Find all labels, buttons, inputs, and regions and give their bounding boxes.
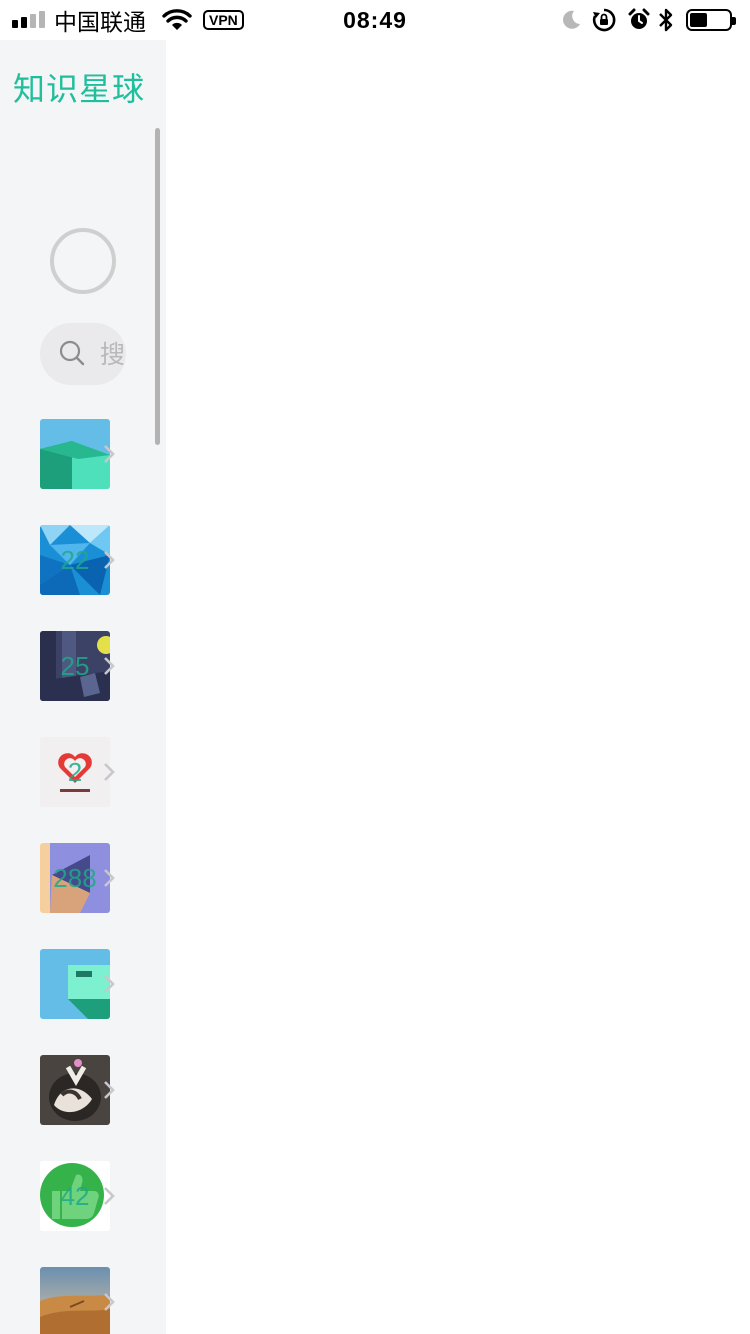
chevron-right-icon	[102, 443, 116, 469]
user-avatar[interactable]	[50, 228, 116, 294]
group-item[interactable]: 2	[40, 737, 120, 807]
status-bar: 中国联通 VPN 08:49	[0, 0, 750, 40]
battery-icon	[686, 0, 736, 40]
search-bar[interactable]	[40, 323, 126, 385]
sidebar-scrollbar[interactable]	[155, 128, 160, 445]
group-item[interactable]	[40, 1055, 120, 1125]
group-item[interactable]: 22	[40, 525, 120, 595]
bluetooth-icon	[657, 0, 675, 40]
chevron-right-icon	[102, 1291, 116, 1317]
sidebar: 知识星球 搜索星球 22 25 2 288 42	[0, 40, 166, 1334]
group-item[interactable]	[40, 949, 120, 1019]
chevron-right-icon	[102, 867, 116, 893]
main-content	[166, 40, 750, 1334]
group-item[interactable]	[40, 1267, 120, 1334]
app-title: 知识星球	[13, 70, 146, 108]
group-item[interactable]: 288	[40, 843, 120, 913]
chevron-right-icon	[102, 973, 116, 999]
chevron-right-icon	[102, 761, 116, 787]
group-item[interactable]: 42	[40, 1161, 120, 1231]
chevron-right-icon	[102, 549, 116, 575]
search-icon	[58, 339, 86, 371]
chevron-right-icon	[102, 1185, 116, 1211]
search-input[interactable]	[100, 323, 126, 385]
chevron-right-icon	[102, 655, 116, 681]
alarm-clock-icon	[627, 0, 651, 40]
do-not-disturb-moon-icon	[560, 0, 582, 40]
group-item[interactable]: 25	[40, 631, 120, 701]
group-item[interactable]	[40, 419, 120, 489]
rotation-lock-icon	[591, 0, 617, 40]
chevron-right-icon	[102, 1079, 116, 1105]
